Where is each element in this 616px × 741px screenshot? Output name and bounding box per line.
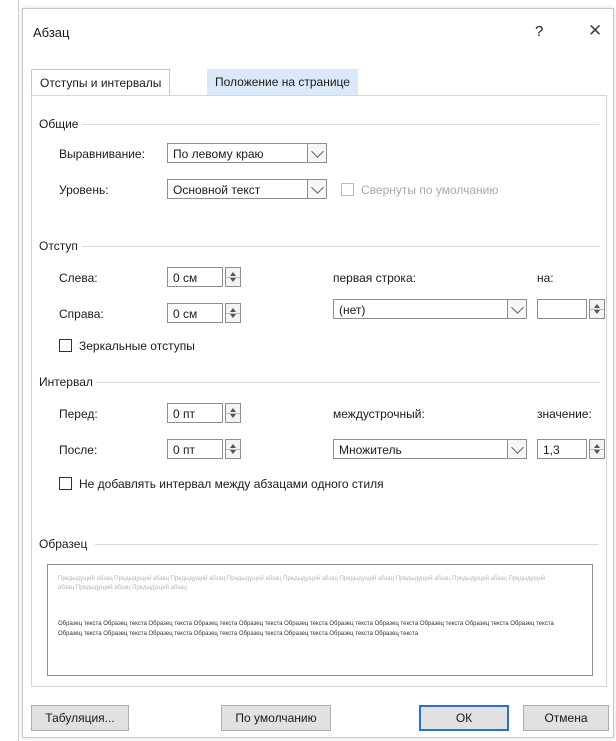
set-default-button[interactable]: По умолчанию xyxy=(221,705,331,731)
dont-add-space-checkbox[interactable] xyxy=(59,477,72,490)
first-line-by-input[interactable] xyxy=(537,299,587,319)
tab-bar: Отступы и интервалы Положение на страниц… xyxy=(31,69,605,97)
level-label: Уровень: xyxy=(59,183,109,197)
general-divider xyxy=(79,124,599,125)
at-label: значение: xyxy=(537,407,592,421)
indent-section-title: Отступ xyxy=(39,239,82,253)
left-indent-input[interactable]: 0 см xyxy=(167,267,223,287)
dialog-title: Абзац xyxy=(33,25,70,40)
spacing-divider xyxy=(95,382,599,383)
chevron-down-icon[interactable] xyxy=(507,299,527,319)
first-line-by-spinner[interactable] xyxy=(589,299,605,319)
at-spinner[interactable] xyxy=(589,439,605,459)
paragraph-dialog: Абзац ? ✕ Отступы и интервалы Положение … xyxy=(22,8,614,738)
at-input[interactable]: 1,3 xyxy=(537,439,587,459)
ok-button[interactable]: ОК xyxy=(419,705,509,731)
alignment-value: По левому краю xyxy=(173,147,264,161)
left-indent-spinner[interactable] xyxy=(225,267,241,287)
alignment-dropdown[interactable]: По левому краю xyxy=(167,143,327,163)
dont-add-space-label: Не добавлять интервал между абзацами одн… xyxy=(79,477,384,491)
before-input[interactable]: 0 пт xyxy=(167,403,223,423)
indent-divider xyxy=(81,246,599,247)
preview-section-title: Образец xyxy=(39,537,92,551)
chevron-down-icon[interactable] xyxy=(307,143,327,163)
after-spinner[interactable] xyxy=(225,439,241,459)
preview-sample-paragraph: Образец текста Образец текста Образец те… xyxy=(58,621,554,637)
after-input[interactable]: 0 пт xyxy=(167,439,223,459)
spacing-section-title: Интервал xyxy=(39,375,97,389)
after-value: 0 пт xyxy=(173,443,196,457)
line-spacing-value: Множитель xyxy=(339,443,402,457)
first-line-value: (нет) xyxy=(339,303,366,317)
chevron-down-icon[interactable] xyxy=(507,439,527,459)
right-indent-input[interactable]: 0 см xyxy=(167,303,223,323)
after-label: После: xyxy=(59,443,98,457)
tab-indents-and-spacing[interactable]: Отступы и интервалы xyxy=(31,69,171,97)
right-indent-spinner[interactable] xyxy=(225,303,241,323)
help-button[interactable]: ? xyxy=(535,23,543,40)
line-spacing-label: междустрочный: xyxy=(333,407,425,421)
right-indent-value: 0 см xyxy=(173,307,198,321)
mirror-indents-checkbox[interactable] xyxy=(59,339,72,352)
general-section-title: Общие xyxy=(39,117,83,131)
first-line-dropdown[interactable]: (нет) xyxy=(333,299,527,319)
before-value: 0 пт xyxy=(173,407,196,421)
alignment-label: Выравнивание: xyxy=(59,147,145,161)
collapsed-checkbox[interactable] xyxy=(341,183,354,196)
right-indent-label: Справа: xyxy=(59,307,104,321)
close-button[interactable]: ✕ xyxy=(588,21,602,41)
preview-previous-paragraph: Предыдущий абзац Предыдущий абзац Предыд… xyxy=(58,576,546,591)
left-indent-label: Слева: xyxy=(59,271,98,285)
chevron-down-icon[interactable] xyxy=(307,179,327,199)
left-indent-value: 0 см xyxy=(173,271,198,285)
tabs-button[interactable]: Табуляция... xyxy=(31,705,129,731)
mirror-indents-label: Зеркальные отступы xyxy=(79,339,195,353)
level-value: Основной текст xyxy=(173,183,261,197)
collapsed-label: Свернуты по умолчанию xyxy=(361,183,499,197)
before-spinner[interactable] xyxy=(225,403,241,423)
cancel-button[interactable]: Отмена xyxy=(523,705,609,731)
by-label: на: xyxy=(537,271,554,285)
line-spacing-dropdown[interactable]: Множитель xyxy=(333,439,527,459)
preview-box: Предыдущий абзац Предыдущий абзац Предыд… xyxy=(47,564,593,676)
at-value: 1,3 xyxy=(543,443,560,457)
tab-line-and-page-breaks[interactable]: Положение на странице xyxy=(207,69,358,95)
preview-divider xyxy=(95,544,599,545)
before-label: Перед: xyxy=(59,407,98,421)
level-dropdown[interactable]: Основной текст xyxy=(167,179,327,199)
background-window-edge xyxy=(18,0,19,741)
first-line-label: первая строка: xyxy=(333,271,416,285)
